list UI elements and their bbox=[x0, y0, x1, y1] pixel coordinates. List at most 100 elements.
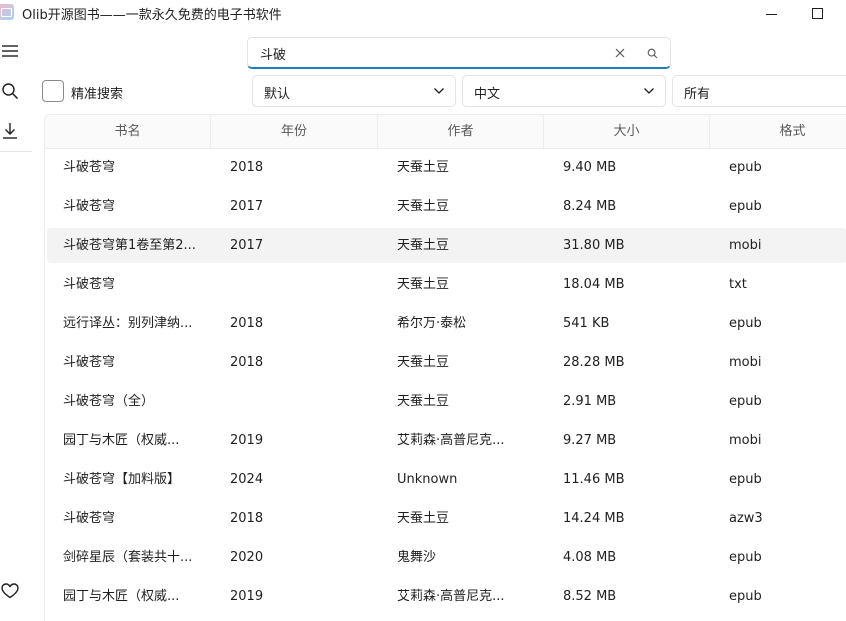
author-cell: 天蚕土豆 bbox=[397, 238, 450, 253]
format-cell: azw3 bbox=[729, 511, 763, 526]
format-cell: epub bbox=[729, 316, 762, 331]
maximize-button[interactable] bbox=[794, 0, 840, 26]
author-cell: 艾莉森·高普尼克... bbox=[397, 589, 505, 604]
year-cell: 2020 bbox=[230, 550, 264, 565]
search-box bbox=[247, 37, 671, 69]
year-cell: 2024 bbox=[230, 472, 264, 487]
menu-icon bbox=[2, 45, 18, 57]
book-title-cell: 斗破苍穹【加料版】 bbox=[63, 472, 181, 487]
format-dropdown[interactable]: 所有 bbox=[672, 75, 846, 107]
table-row[interactable]: 远行译丛：别列津纳... 2018 希尔万·泰松 541 KB epub bbox=[47, 306, 846, 341]
language-dropdown[interactable]: 中文 bbox=[462, 75, 666, 107]
format-selected: 所有 bbox=[684, 87, 711, 102]
format-cell: txt bbox=[729, 277, 747, 292]
nav-favorites-button[interactable] bbox=[0, 580, 20, 602]
author-cell: 艾莉森·高普尼克... bbox=[397, 433, 505, 448]
format-cell: epub bbox=[729, 199, 762, 214]
year-cell bbox=[230, 267, 370, 302]
book-title-cell: 斗破苍穹 bbox=[63, 277, 116, 292]
table-row[interactable]: 斗破苍穹 天蚕土豆 18.04 MB txt bbox=[47, 267, 846, 302]
column-header-format[interactable]: 格式 bbox=[709, 115, 846, 149]
table-row[interactable]: 园丁与木匠（权威... 2019 艾莉森·高普尼克... 9.27 MB mobi bbox=[47, 423, 846, 458]
format-cell: epub bbox=[729, 589, 762, 604]
year-cell: 2018 bbox=[230, 316, 264, 331]
column-header-title[interactable]: 书名 bbox=[45, 115, 210, 149]
maximize-icon bbox=[811, 7, 823, 19]
year-cell: 2018 bbox=[230, 511, 264, 526]
size-cell: 541 KB bbox=[563, 316, 610, 331]
results-table: 书名 年份 作者 大小 格式 斗破苍穹 2018 天蚕土豆 9.40 MB epub 斗破… bbox=[44, 114, 846, 621]
size-cell: 8.52 MB bbox=[563, 589, 617, 604]
book-title-cell: 剑碎星辰（套装共十... bbox=[63, 550, 193, 565]
format-cell: epub bbox=[729, 394, 762, 409]
year-cell: 2018 bbox=[230, 160, 264, 175]
column-header-size[interactable]: 大小 bbox=[543, 115, 709, 149]
close-icon bbox=[615, 48, 625, 58]
language-selected: 中文 bbox=[474, 87, 501, 102]
format-cell: epub bbox=[729, 472, 762, 487]
book-title-cell: 斗破苍穹（全） bbox=[63, 394, 155, 409]
year-cell: 2018 bbox=[230, 355, 264, 370]
author-cell: Unknown bbox=[397, 472, 458, 487]
title-bar: Olib开源图书——一款永久免费的电子书软件 bbox=[0, 0, 846, 26]
book-title-cell: 斗破苍穹 bbox=[63, 511, 116, 526]
table-row[interactable]: 斗破苍穹【加料版】 2024 Unknown 11.46 MB epub bbox=[47, 462, 846, 497]
search-input[interactable] bbox=[260, 43, 590, 63]
size-cell: 28.28 MB bbox=[563, 355, 625, 370]
book-title-cell: 斗破苍穹 bbox=[63, 160, 116, 175]
column-header-year[interactable]: 年份 bbox=[210, 115, 377, 149]
window-title: Olib开源图书——一款永久免费的电子书软件 bbox=[22, 8, 282, 23]
book-title-cell: 斗破苍穹 bbox=[63, 199, 116, 214]
sort-dropdown[interactable]: 默认 bbox=[252, 75, 456, 107]
size-cell: 14.24 MB bbox=[563, 511, 625, 526]
chevron-down-icon bbox=[433, 85, 445, 97]
author-cell: 天蚕土豆 bbox=[397, 355, 450, 370]
search-icon bbox=[2, 83, 19, 100]
size-cell: 18.04 MB bbox=[563, 277, 625, 292]
size-cell: 9.40 MB bbox=[563, 160, 617, 175]
minimize-icon bbox=[765, 13, 777, 15]
download-icon bbox=[3, 123, 17, 139]
author-cell: 天蚕土豆 bbox=[397, 277, 450, 292]
book-title-cell: 园丁与木匠（权威... bbox=[63, 433, 180, 448]
search-clear-button[interactable] bbox=[612, 45, 628, 61]
nav-divider bbox=[0, 151, 32, 152]
sort-selected: 默认 bbox=[264, 87, 291, 102]
book-title-cell: 园丁与木匠（权威... bbox=[63, 589, 180, 604]
book-title-cell: 斗破苍穹 bbox=[63, 355, 116, 370]
nav-search-button[interactable] bbox=[0, 80, 20, 102]
table-row[interactable]: 斗破苍穹 2018 天蚕土豆 9.40 MB epub bbox=[47, 150, 846, 185]
exact-search-label: 精准搜索 bbox=[71, 87, 124, 102]
table-row[interactable]: 斗破苍穹（全） 天蚕土豆 2.91 MB epub bbox=[47, 384, 846, 419]
size-cell: 31.80 MB bbox=[563, 238, 625, 253]
format-cell: epub bbox=[729, 550, 762, 565]
size-cell: 9.27 MB bbox=[563, 433, 617, 448]
size-cell: 2.91 MB bbox=[563, 394, 617, 409]
exact-search-checkbox[interactable] bbox=[42, 80, 64, 102]
table-row[interactable]: 园丁与木匠（权威... 2019 艾莉森·高普尼克... 8.52 MB epub bbox=[47, 579, 846, 614]
author-cell: 鬼舞沙 bbox=[397, 550, 437, 565]
book-app-icon bbox=[0, 4, 14, 20]
format-cell: mobi bbox=[729, 355, 762, 370]
size-cell: 11.46 MB bbox=[563, 472, 625, 487]
book-title-cell: 斗破苍穹第1卷至第2... bbox=[63, 238, 196, 253]
author-cell: 天蚕土豆 bbox=[397, 199, 450, 214]
search-icon bbox=[647, 48, 657, 58]
menu-button[interactable] bbox=[0, 40, 20, 62]
table-row[interactable]: 斗破苍穹第1卷至第2... 2017 天蚕土豆 31.80 MB mobi bbox=[47, 228, 846, 263]
column-header-author[interactable]: 作者 bbox=[377, 115, 543, 149]
book-title-cell: 远行译丛：别列津纳... bbox=[63, 316, 193, 331]
year-cell: 2019 bbox=[230, 589, 264, 604]
nav-download-button[interactable] bbox=[0, 120, 20, 142]
table-row[interactable]: 斗破苍穹 2018 天蚕土豆 14.24 MB azw3 bbox=[47, 501, 846, 536]
search-submit-button[interactable] bbox=[644, 45, 660, 61]
table-row[interactable]: 斗破苍穹 2018 天蚕土豆 28.28 MB mobi bbox=[47, 345, 846, 380]
author-cell: 天蚕土豆 bbox=[397, 394, 450, 409]
table-row[interactable]: 剑碎星辰（套装共十... 2020 鬼舞沙 4.08 MB epub bbox=[47, 540, 846, 575]
minimize-button[interactable] bbox=[748, 0, 794, 26]
table-row[interactable]: 斗破苍穹 2017 天蚕土豆 8.24 MB epub bbox=[47, 189, 846, 224]
heart-icon bbox=[1, 583, 19, 599]
chevron-down-icon bbox=[643, 85, 655, 97]
author-cell: 希尔万·泰松 bbox=[397, 316, 467, 331]
year-cell: 2017 bbox=[230, 199, 264, 214]
